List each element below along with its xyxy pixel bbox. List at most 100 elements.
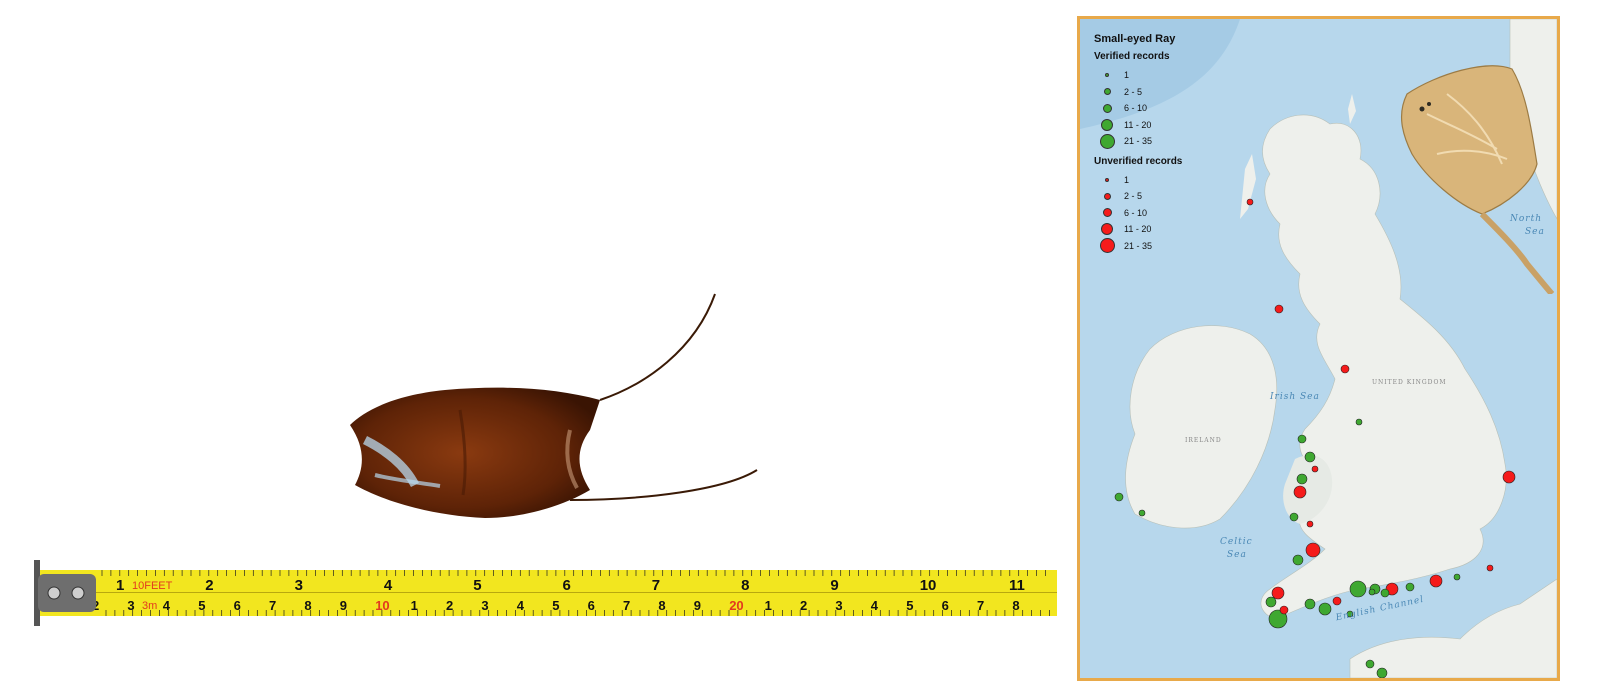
legend-unverified-label: 6 - 10 xyxy=(1124,207,1148,218)
legend-verified-label: 2 - 5 xyxy=(1124,86,1143,97)
tape-bottom-label: 2 xyxy=(446,598,453,613)
legend-unverified-symbol xyxy=(1103,192,1111,200)
legend-verified-symbol xyxy=(1105,73,1109,78)
tape-top-label: 6 xyxy=(563,577,571,594)
map-legend: Small-eyed Ray Verified records 1 2 - 5 6 … xyxy=(1094,33,1182,254)
verified-record-marker xyxy=(1297,434,1307,444)
tape-bottom-label: 7 xyxy=(977,598,984,613)
tape-bottom-label: 4 xyxy=(517,598,525,613)
unverified-record-marker xyxy=(1429,574,1443,588)
tape-bottom-label: 4 xyxy=(871,598,879,613)
legend-unverified-row: 2 - 5 xyxy=(1094,188,1182,205)
unverified-record-marker xyxy=(1271,586,1285,600)
legend-verified-symbol xyxy=(1101,118,1113,131)
tape-feet-text: 10FEET xyxy=(132,580,173,592)
sea-label-irish: Irish Sea xyxy=(1270,392,1320,402)
unverified-record-marker xyxy=(1279,605,1289,615)
verified-record-marker xyxy=(1296,473,1308,485)
tape-bottom-label: 7 xyxy=(269,598,276,613)
legend-verified-symbol xyxy=(1103,88,1111,96)
small-eyed-ray-illustration xyxy=(1401,65,1555,294)
tape-top-label: 10 xyxy=(920,577,937,594)
legend-unverified-symbol xyxy=(1099,238,1115,254)
land-label-uk: UNITED KINGDOM xyxy=(1372,379,1447,386)
legend-verified-label: 21 - 35 xyxy=(1124,136,1153,147)
legend-unverified-row: 1 xyxy=(1094,172,1182,189)
legend-unverified-symbol xyxy=(1105,177,1109,182)
legend-unverified-heading: Unverified records xyxy=(1094,155,1183,167)
legend-verified-symbol xyxy=(1102,103,1112,113)
tape-measure: 1234567891011 23456789101234567892012345… xyxy=(34,560,1057,626)
legend-verified-row: 1 xyxy=(1094,67,1182,84)
legend-unverified-label: 2 - 5 xyxy=(1124,191,1143,202)
tape-bottom-label: 9 xyxy=(340,598,347,613)
legend-unverified-label: 1 xyxy=(1124,174,1130,185)
land-label-ireland: IRELAND xyxy=(1185,437,1222,444)
tape-bottom-label: 4 xyxy=(163,598,171,613)
tape-top-label: 2 xyxy=(205,577,213,594)
sea-label-celtic-1: Celtic xyxy=(1220,537,1253,547)
legend-unverified-symbol xyxy=(1102,208,1112,218)
tape-bottom-label: 3 xyxy=(835,598,842,613)
verified-record-marker xyxy=(1114,492,1124,502)
distribution-map: North Sea Celtic Sea Irish Sea English C… xyxy=(1077,16,1560,681)
legend-unverified-label: 11 - 20 xyxy=(1124,224,1152,235)
verified-record-marker xyxy=(1265,596,1277,608)
verified-record-marker xyxy=(1292,554,1304,566)
unverified-record-marker xyxy=(1274,304,1284,314)
legend-verified-heading: Verified records xyxy=(1094,51,1170,62)
tape-bottom-label: 20 xyxy=(729,598,743,613)
unverified-record-marker xyxy=(1293,485,1307,499)
verified-record-marker xyxy=(1304,598,1316,610)
tape-bottom-label: 3 xyxy=(127,598,134,613)
sea-label-celtic-2: Sea xyxy=(1227,550,1247,560)
tape-bottom-label: 7 xyxy=(623,598,630,613)
tape-bottom-label: 10 xyxy=(375,598,389,613)
unverified-record-marker xyxy=(1305,542,1321,558)
tape-meter-text: 3m xyxy=(142,600,157,612)
verified-record-marker xyxy=(1349,580,1367,598)
unverified-record-marker xyxy=(1306,520,1314,528)
tape-top-label: 3 xyxy=(295,577,303,594)
legend-unverified-symbol xyxy=(1101,223,1113,236)
verified-record-marker xyxy=(1380,588,1390,598)
tape-bottom-label: 8 xyxy=(1012,598,1019,613)
unverified-record-marker xyxy=(1486,564,1494,572)
tape-bottom-label: 1 xyxy=(411,598,418,613)
tape-bottom-label: 8 xyxy=(304,598,311,613)
tape-bottom-label: 3 xyxy=(481,598,488,613)
tape-bottom-label: 6 xyxy=(588,598,595,613)
unverified-record-marker xyxy=(1311,465,1319,473)
legend-unverified-row: 21 - 35 xyxy=(1094,238,1182,255)
specimen-panel: 1234567891011 23456789101234567892012345… xyxy=(0,0,1060,700)
verified-record-marker xyxy=(1304,451,1316,463)
tape-top-label: 1 xyxy=(116,577,124,594)
legend-verified-row: 2 - 5 xyxy=(1094,84,1182,101)
unverified-record-marker xyxy=(1332,596,1342,606)
legend-verified-row: 11 - 20 xyxy=(1094,117,1182,134)
verified-record-marker xyxy=(1138,509,1146,517)
tape-bottom-label: 1 xyxy=(765,598,772,613)
tape-bottom-label: 6 xyxy=(942,598,949,613)
verified-record-marker xyxy=(1318,602,1332,616)
tape-top-label: 5 xyxy=(473,577,481,594)
unverified-record-marker xyxy=(1246,198,1254,206)
verified-record-marker xyxy=(1453,573,1461,581)
verified-record-marker xyxy=(1365,659,1375,669)
tape-bottom-label: 2 xyxy=(800,598,807,613)
tape-top-label: 9 xyxy=(830,577,838,594)
legend-title: Small-eyed Ray xyxy=(1094,33,1176,45)
verified-record-marker xyxy=(1355,418,1363,426)
verified-record-marker xyxy=(1405,582,1415,592)
tape-top-label: 11 xyxy=(1009,577,1025,594)
legend-verified-label: 6 - 10 xyxy=(1124,103,1148,114)
tape-top-label: 8 xyxy=(741,577,749,594)
tape-bottom-label: 5 xyxy=(552,598,559,613)
unverified-record-marker xyxy=(1340,364,1350,374)
tape-bottom-label: 6 xyxy=(234,598,241,613)
tape-bottom-label: 5 xyxy=(906,598,913,613)
legend-unverified-row: 6 - 10 xyxy=(1094,205,1182,222)
tape-bottom-label: 9 xyxy=(694,598,701,613)
verified-record-marker xyxy=(1376,667,1388,678)
legend-unverified-row: 11 - 20 xyxy=(1094,221,1182,238)
